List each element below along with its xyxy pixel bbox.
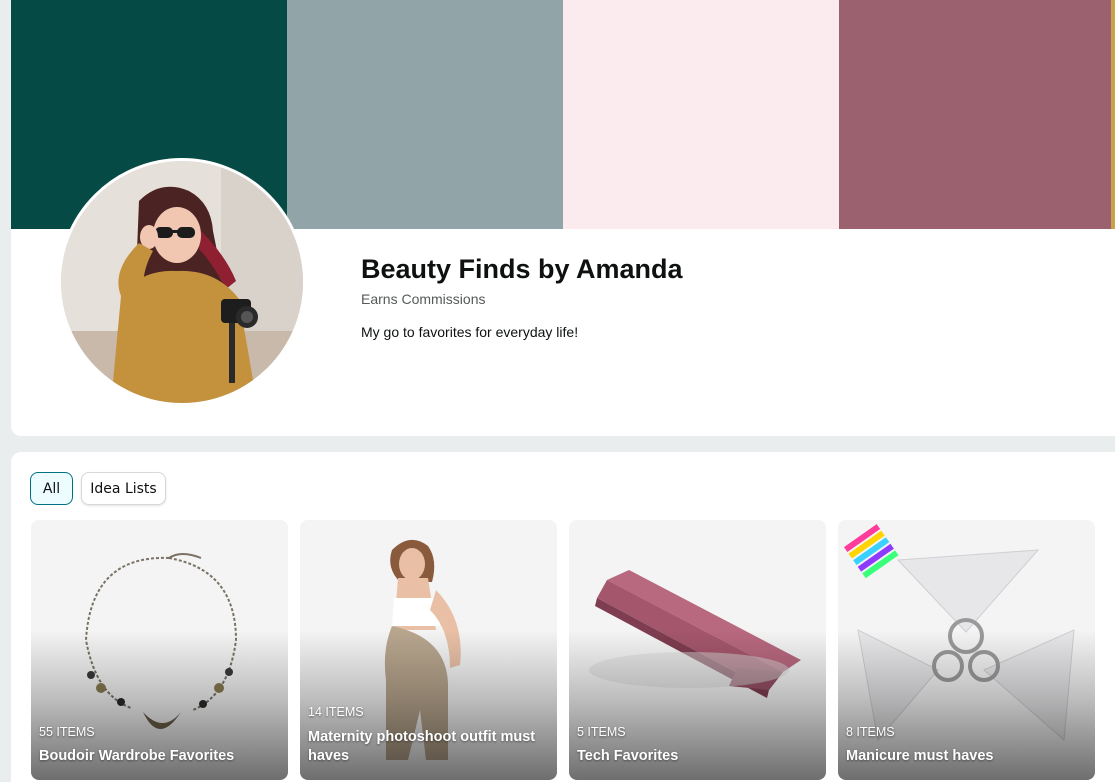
- banner-swatch-4: [839, 0, 1115, 229]
- list-card-tech[interactable]: 5 ITEMS Tech Favorites: [569, 520, 826, 780]
- profile-info: Beauty Finds by Amanda Earns Commissions…: [361, 254, 683, 340]
- commission-label: Earns Commissions: [361, 291, 486, 307]
- banner-swatch-2: [287, 0, 563, 229]
- list-card-manicure[interactable]: 8 ITEMS Manicure must haves: [838, 520, 1095, 780]
- profile-bio: My go to favorites for everyday life!: [361, 324, 579, 340]
- banner-swatch-3: [563, 0, 839, 229]
- list-item-count: 14 ITEMS: [308, 705, 364, 719]
- avatar: [58, 158, 306, 406]
- list-title: Tech Favorites: [577, 748, 679, 764]
- list-title: Boudoir Wardrobe Favorites: [39, 748, 235, 764]
- list-item-count: 5 ITEMS: [577, 725, 626, 739]
- list-item-count: 55 ITEMS: [39, 725, 95, 739]
- list-card-maternity[interactable]: 14 ITEMS Maternity photoshoot outfit mus…: [300, 520, 557, 780]
- banner-edge: [1111, 0, 1115, 229]
- list-item-count: 8 ITEMS: [846, 725, 895, 739]
- list-title: Manicure must haves: [846, 748, 994, 764]
- list-card-boudoir[interactable]: 55 ITEMS Boudoir Wardrobe Favorites: [31, 520, 288, 780]
- profile-photo-image: [61, 161, 303, 403]
- filter-all-button[interactable]: All: [30, 472, 73, 505]
- profile-name: Beauty Finds by Amanda: [361, 254, 683, 284]
- list-title: Maternity photoshoot outfit must haves: [308, 729, 536, 764]
- filter-idea-lists-button[interactable]: Idea Lists: [81, 472, 166, 505]
